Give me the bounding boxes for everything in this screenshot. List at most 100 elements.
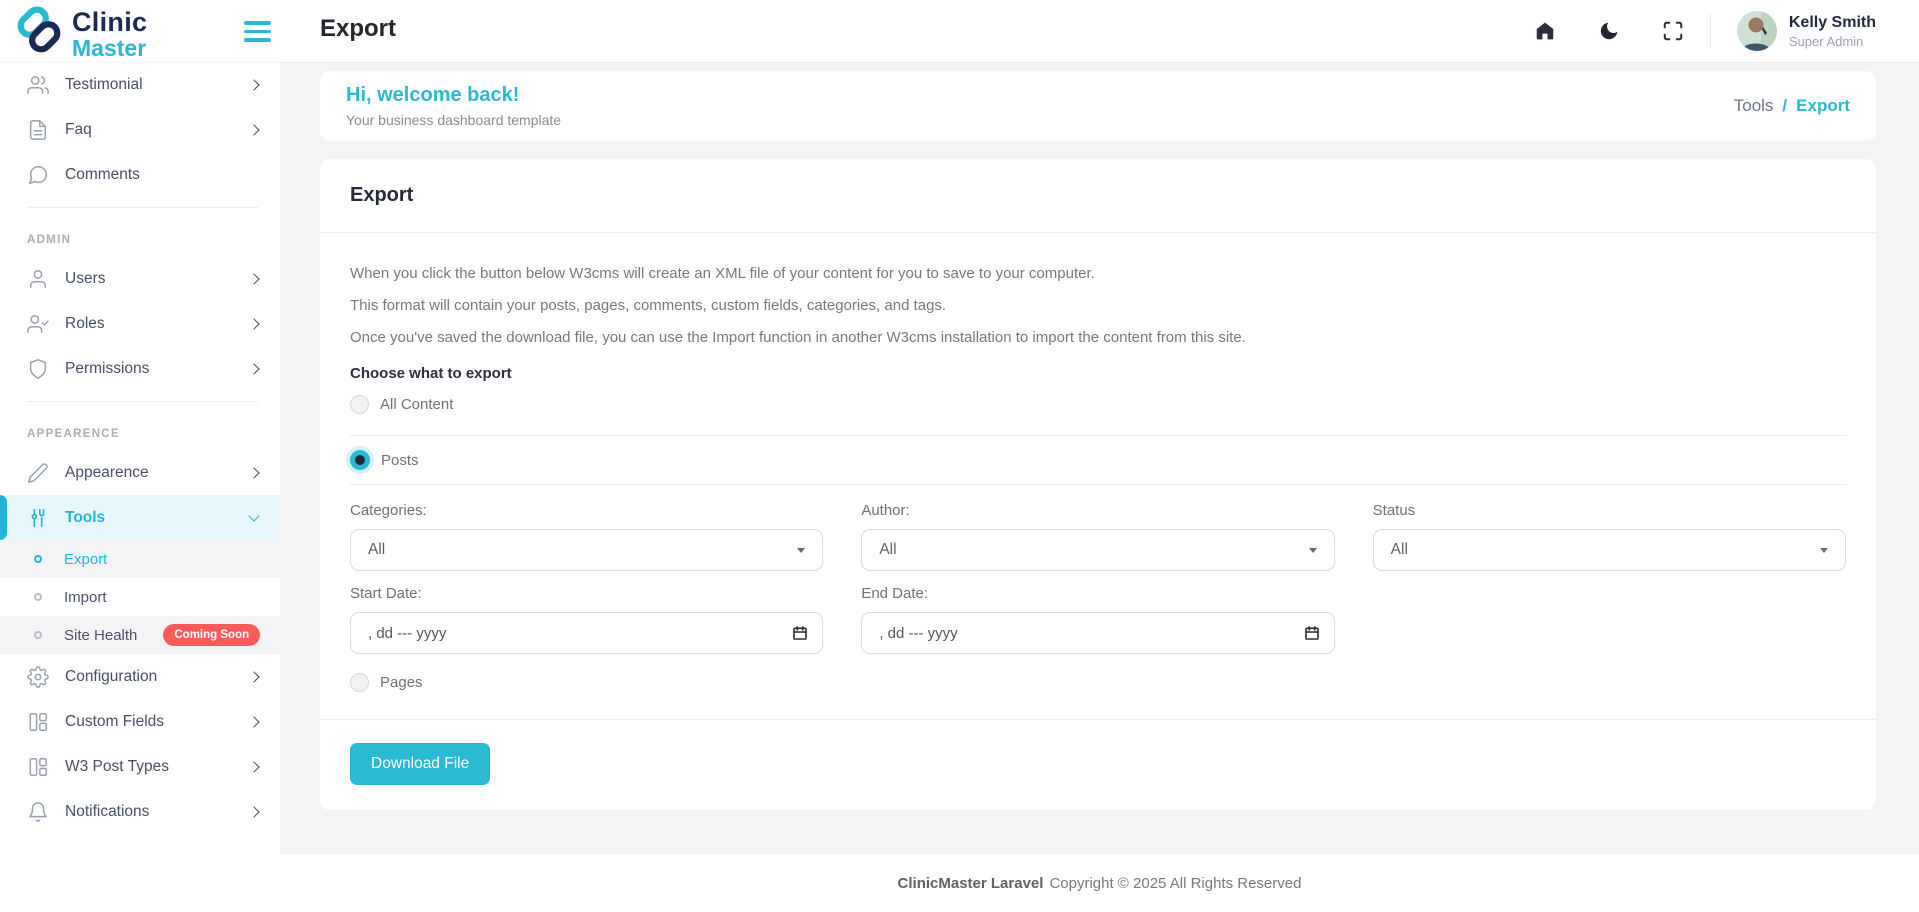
sidebar-label: Faq — [65, 121, 92, 139]
page-title: Export — [320, 15, 396, 43]
posts-radio-checked[interactable] — [350, 450, 370, 470]
all-content-label: All Content — [380, 396, 453, 413]
chevron-right-icon — [248, 79, 259, 90]
sidebar-subitem-import[interactable]: Import — [0, 578, 280, 616]
clinic-master-logo-icon — [14, 5, 64, 55]
user-info[interactable]: Kelly Smith Super Admin — [1789, 14, 1876, 49]
gear-icon — [27, 666, 49, 688]
sidebar-label: Users — [65, 270, 105, 288]
sidebar-subitem-site-health[interactable]: Site Health Coming Soon — [0, 616, 280, 654]
sidebar-label: Tools — [65, 509, 105, 527]
pencil-icon — [27, 462, 49, 484]
sidebar-label: Configuration — [65, 668, 157, 686]
bullet-icon — [34, 593, 42, 601]
footer-brand: ClinicMaster Laravel — [898, 875, 1044, 892]
sidebar-item-custom-fields[interactable]: Custom Fields — [0, 699, 280, 744]
sidebar-divider — [27, 401, 258, 402]
chevron-right-icon — [248, 671, 259, 682]
home-icon[interactable] — [1534, 20, 1556, 42]
sidebar-item-w3-post-types[interactable]: W3 Post Types — [0, 744, 280, 789]
start-date-input[interactable]: , dd --- yyyy — [350, 612, 823, 654]
chevron-right-icon — [248, 761, 259, 772]
export-description-line: Once you've saved the download file, you… — [350, 325, 1846, 350]
faq-document-icon — [27, 119, 49, 141]
all-content-option[interactable]: All Content — [350, 395, 1846, 414]
export-description-line: This format will contain your posts, pag… — [350, 293, 1846, 318]
author-select[interactable]: All — [861, 529, 1334, 571]
welcome-title: Hi, welcome back! — [346, 84, 561, 107]
sidebar-label: W3 Post Types — [65, 758, 169, 776]
choose-export-label: Choose what to export — [350, 365, 1846, 382]
end-date-input[interactable]: , dd --- yyyy — [861, 612, 1334, 654]
posts-label: Posts — [381, 452, 419, 469]
download-file-button[interactable]: Download File — [350, 743, 490, 785]
chevron-right-icon — [248, 716, 259, 727]
fullscreen-icon[interactable] — [1662, 20, 1684, 42]
coming-soon-badge: Coming Soon — [163, 624, 260, 646]
sidebar-label: Permissions — [65, 360, 149, 378]
sidebar-item-roles[interactable]: Roles — [0, 301, 280, 346]
footer-copyright: Copyright © 2025 All Rights Reserved — [1049, 875, 1301, 892]
dark-mode-moon-icon[interactable] — [1598, 20, 1620, 42]
pages-option[interactable]: Pages — [350, 673, 1846, 692]
sidebar-section-appearance: APPEARENCE — [0, 412, 280, 450]
brand-logo[interactable]: Clinic Master — [14, 5, 147, 60]
all-content-radio[interactable] — [350, 395, 369, 414]
comments-bubble-icon — [27, 164, 49, 186]
user-role: Super Admin — [1789, 34, 1876, 49]
sidebar-item-faq[interactable]: Faq — [0, 107, 280, 152]
user-avatar[interactable] — [1737, 11, 1777, 51]
shield-icon — [27, 358, 49, 380]
calendar-icon[interactable] — [1304, 625, 1320, 641]
sidebar-item-comments[interactable]: Comments — [0, 152, 280, 197]
pages-label: Pages — [380, 674, 423, 691]
welcome-subtitle: Your business dashboard template — [346, 112, 561, 128]
testimonial-people-icon — [27, 74, 49, 96]
bullet-icon — [34, 555, 42, 563]
header-divider — [1710, 14, 1711, 48]
chevron-right-icon — [248, 363, 259, 374]
categories-select[interactable]: All — [350, 529, 823, 571]
start-date-label: Start Date: — [350, 585, 823, 602]
export-description-line: When you click the button below W3cms wi… — [350, 261, 1846, 286]
chevron-down-icon — [248, 510, 259, 521]
posts-option[interactable]: Posts — [350, 436, 1846, 484]
sidebar-label: Roles — [65, 315, 105, 333]
sidebar-item-appearence[interactable]: Appearence — [0, 450, 280, 495]
layout-icon — [27, 711, 49, 733]
calendar-icon[interactable] — [792, 625, 808, 641]
sidebar-label: Testimonial — [65, 76, 143, 94]
layout-icon — [27, 756, 49, 778]
sidebar: Testimonial Faq Comments ADMIN Users — [0, 62, 280, 912]
filters-row-1: Categories: All Author: All — [350, 502, 1846, 571]
menu-toggle-icon[interactable] — [244, 21, 271, 47]
sidebar-label: Export — [64, 551, 107, 568]
caret-down-icon — [1309, 548, 1317, 553]
sidebar-item-tools[interactable]: Tools — [0, 495, 280, 540]
page-footer: ClinicMaster Laravel Copyright © 2025 Al… — [280, 854, 1919, 912]
sidebar-item-notifications[interactable]: Notifications — [0, 789, 280, 834]
chevron-right-icon — [248, 124, 259, 135]
bell-icon — [27, 801, 49, 823]
categories-selected-value: All — [368, 541, 385, 559]
sidebar-item-configuration[interactable]: Configuration — [0, 654, 280, 699]
sidebar-subitem-export[interactable]: Export — [0, 540, 280, 578]
top-header: Clinic Master Export Ke — [0, 0, 1919, 62]
sidebar-item-testimonial[interactable]: Testimonial — [0, 62, 280, 107]
breadcrumb-parent[interactable]: Tools — [1734, 96, 1774, 116]
status-select[interactable]: All — [1373, 529, 1846, 571]
pages-radio[interactable] — [350, 673, 369, 692]
breadcrumb: Tools / Export — [1734, 96, 1850, 116]
user-check-icon — [27, 313, 49, 335]
author-label: Author: — [861, 502, 1334, 519]
author-selected-value: All — [879, 541, 896, 559]
card-title: Export — [320, 159, 1876, 233]
content-area: Hi, welcome back! Your business dashboar… — [280, 62, 1919, 854]
start-date-placeholder: , dd --- yyyy — [368, 625, 446, 642]
sidebar-label: Comments — [65, 166, 140, 184]
bullet-icon — [34, 631, 42, 639]
chevron-right-icon — [248, 318, 259, 329]
breadcrumb-current: Export — [1796, 96, 1850, 116]
sidebar-item-users[interactable]: Users — [0, 256, 280, 301]
sidebar-item-permissions[interactable]: Permissions — [0, 346, 280, 391]
